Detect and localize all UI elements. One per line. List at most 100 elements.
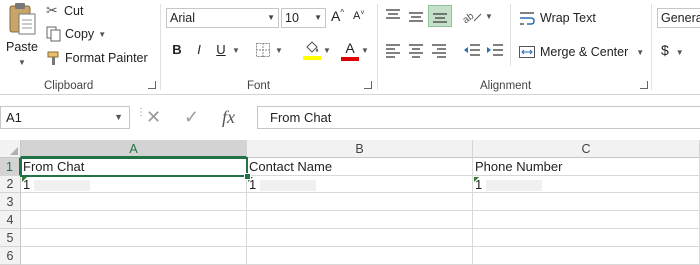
cut-button[interactable]: ✂ Cut (46, 2, 83, 19)
align-center-icon[interactable] (407, 43, 425, 59)
error-indicator-icon[interactable] (474, 177, 479, 182)
align-middle-icon[interactable] (407, 8, 425, 24)
cell-a6[interactable] (21, 247, 247, 265)
align-bottom-button[interactable] (428, 5, 452, 27)
copy-button[interactable]: Copy ▼ (46, 26, 106, 42)
cancel-entry-button[interactable]: ✕ (146, 107, 161, 128)
confirm-entry-button[interactable]: ✓ (184, 107, 199, 128)
bold-button[interactable]: B (168, 42, 186, 57)
font-group: Arial ▼ 10 ▼ A^ A˅ B I U ▼ ▼ ▼ A ▼ Font (161, 0, 376, 94)
font-color-label: A (345, 40, 355, 56)
alignment-launcher-icon[interactable] (640, 81, 648, 89)
row-header-1[interactable]: 1 (0, 158, 21, 176)
select-all-corner[interactable] (0, 140, 21, 158)
error-indicator-icon[interactable] (22, 177, 27, 182)
cell-b1-value: Contact Name (249, 159, 333, 174)
redacted-block (34, 180, 91, 192)
number-group: Genera $ ▼ (652, 0, 700, 94)
merge-center-button[interactable]: Merge & Center ▼ (518, 44, 644, 60)
copy-dropdown-icon[interactable]: ▼ (98, 30, 106, 39)
cell-c6[interactable] (473, 247, 700, 265)
cell-a3[interactable] (21, 193, 247, 211)
cell-a1[interactable]: From Chat (21, 158, 247, 176)
cell-b2[interactable]: 1 (247, 176, 473, 193)
borders-dropdown-icon[interactable]: ▼ (275, 46, 283, 55)
underline-dropdown-icon[interactable]: ▼ (232, 46, 240, 55)
row-header-5[interactable]: 5 (0, 229, 21, 247)
format-painter-button[interactable]: Format Painter (46, 50, 148, 66)
cell-c2[interactable]: 1 (473, 176, 700, 193)
cell-b3[interactable] (247, 193, 473, 211)
wrap-text-button[interactable]: Wrap Text (518, 10, 596, 26)
formula-bar: A1 ▼ ⋮ ✕ ✓ fx From Chat (0, 100, 700, 136)
clipboard-launcher-icon[interactable] (148, 81, 156, 89)
fill-handle[interactable] (244, 173, 251, 180)
borders-icon[interactable] (255, 42, 271, 58)
formula-input[interactable]: From Chat (257, 106, 700, 129)
cell-b6[interactable] (247, 247, 473, 265)
cut-label: Cut (64, 3, 84, 18)
cell-c3[interactable] (473, 193, 700, 211)
grow-font-label: A (331, 8, 341, 24)
font-name-select[interactable]: Arial ▼ (166, 8, 279, 28)
cell-c1[interactable]: Phone Number (473, 158, 700, 176)
row-header-3[interactable]: 3 (0, 193, 21, 211)
column-header-b[interactable]: B (247, 140, 473, 158)
cell-b4[interactable] (247, 211, 473, 229)
bold-label: B (172, 42, 182, 57)
align-right-icon[interactable] (430, 43, 448, 59)
paste-dropdown-icon[interactable]: ▼ (18, 58, 26, 67)
paste-button[interactable]: Paste ▼ (4, 2, 40, 70)
orientation-icon[interactable]: ab (460, 7, 484, 25)
currency-label: $ (661, 42, 669, 58)
name-box[interactable]: A1 ▼ (0, 106, 130, 129)
cell-b1[interactable]: Contact Name (247, 158, 473, 176)
cell-a5[interactable] (21, 229, 247, 247)
underline-label: U (216, 42, 226, 57)
underline-button[interactable]: U (212, 42, 230, 57)
font-color-swatch (341, 57, 359, 61)
alignment-group-label: Alignment (480, 80, 532, 92)
fill-color-button[interactable] (303, 40, 321, 62)
column-header-a[interactable]: A (21, 140, 247, 158)
divider-vertical (510, 4, 511, 66)
align-top-icon[interactable] (384, 8, 402, 24)
number-format-select[interactable]: Genera (657, 8, 700, 28)
increase-indent-icon[interactable] (485, 43, 505, 59)
chevron-down-icon: ▼ (314, 13, 322, 22)
cell-c5[interactable] (473, 229, 700, 247)
decrease-indent-icon[interactable] (462, 43, 482, 59)
cell-a1-value: From Chat (23, 159, 85, 174)
cell-a4[interactable] (21, 211, 247, 229)
shrink-font-button[interactable]: A˅ (353, 10, 364, 22)
merge-dropdown-icon[interactable]: ▼ (636, 48, 644, 57)
clipboard-group-label: Clipboard (44, 80, 94, 92)
cell-a2[interactable]: 1 (21, 176, 247, 193)
font-color-dropdown-icon[interactable]: ▼ (361, 46, 369, 55)
fill-color-dropdown-icon[interactable]: ▼ (323, 46, 331, 55)
cell-b5[interactable] (247, 229, 473, 247)
number-format-value: Genera (661, 11, 700, 25)
align-left-icon[interactable] (384, 43, 402, 59)
column-header-c[interactable]: C (473, 140, 700, 158)
svg-text:ab: ab (461, 11, 477, 25)
insert-function-button[interactable]: fx (222, 107, 235, 128)
orientation-dropdown-icon[interactable]: ▼ (485, 12, 493, 21)
merge-center-label: Merge & Center (540, 45, 629, 59)
row-header-4[interactable]: 4 (0, 211, 21, 229)
row-header-2[interactable]: 2 (0, 176, 21, 193)
cell-c4[interactable] (473, 211, 700, 229)
grow-font-button[interactable]: A^ (331, 8, 344, 24)
currency-dropdown-icon[interactable]: ▼ (676, 48, 684, 57)
drag-handle-icon[interactable]: ⋮ (136, 108, 146, 118)
font-launcher-icon[interactable] (364, 81, 372, 89)
chevron-down-icon: ▼ (267, 13, 275, 22)
row-header-6[interactable]: 6 (0, 247, 21, 265)
font-size-select[interactable]: 10 ▼ (281, 8, 326, 28)
font-color-button[interactable]: A (341, 40, 359, 62)
currency-button[interactable]: $ ▼ (661, 42, 684, 58)
paste-icon (9, 3, 36, 35)
italic-button[interactable]: I (190, 42, 208, 57)
corner-triangle-icon (10, 147, 18, 155)
spreadsheet-grid: A B C 1 2 3 4 5 6 From Chat Contact Name… (0, 140, 700, 265)
